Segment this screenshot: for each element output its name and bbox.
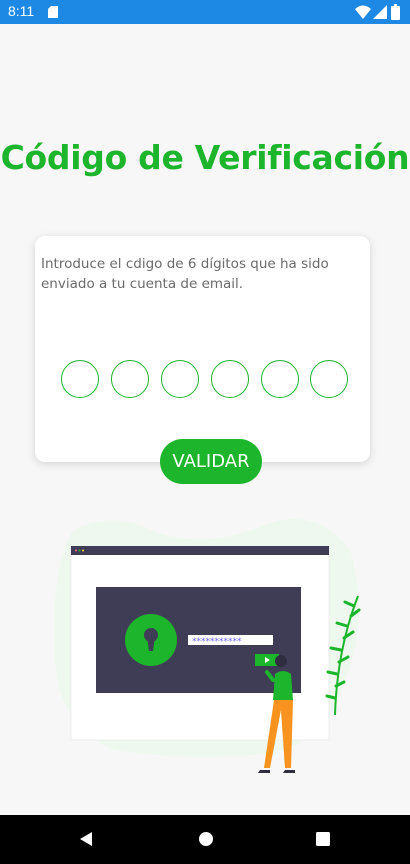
browser-dot xyxy=(82,549,84,552)
code-digit-5[interactable] xyxy=(261,360,299,398)
wifi-icon xyxy=(355,5,371,19)
verification-card: Introduce el cdigo de 6 dígitos que ha s… xyxy=(35,236,370,462)
browser-title-bar xyxy=(71,546,329,555)
status-time: 8:11 xyxy=(8,3,35,19)
password-mask: *********** xyxy=(192,637,242,647)
status-bar: 8:11 xyxy=(0,0,410,24)
navigation-bar xyxy=(0,815,410,864)
code-digit-2[interactable] xyxy=(111,360,149,398)
code-digit-4[interactable] xyxy=(211,360,249,398)
code-digit-3[interactable] xyxy=(161,360,199,398)
sd-card-icon xyxy=(48,6,58,18)
page-title: Código de Verificación xyxy=(0,138,410,177)
signal-icon xyxy=(373,5,387,19)
browser-dot xyxy=(78,549,81,552)
verification-illustration: *********** xyxy=(55,518,361,773)
code-digit-6[interactable] xyxy=(310,360,348,398)
instruction-text: Introduce el cdigo de 6 dígitos que ha s… xyxy=(41,256,329,292)
browser-dot xyxy=(75,549,77,552)
validate-button[interactable]: VALIDAR xyxy=(160,439,262,484)
home-icon[interactable] xyxy=(198,831,214,847)
code-input-row xyxy=(61,360,361,400)
recents-icon[interactable] xyxy=(315,831,331,847)
code-digit-1[interactable] xyxy=(61,360,99,398)
back-icon[interactable] xyxy=(78,831,94,847)
battery-icon xyxy=(391,4,400,20)
